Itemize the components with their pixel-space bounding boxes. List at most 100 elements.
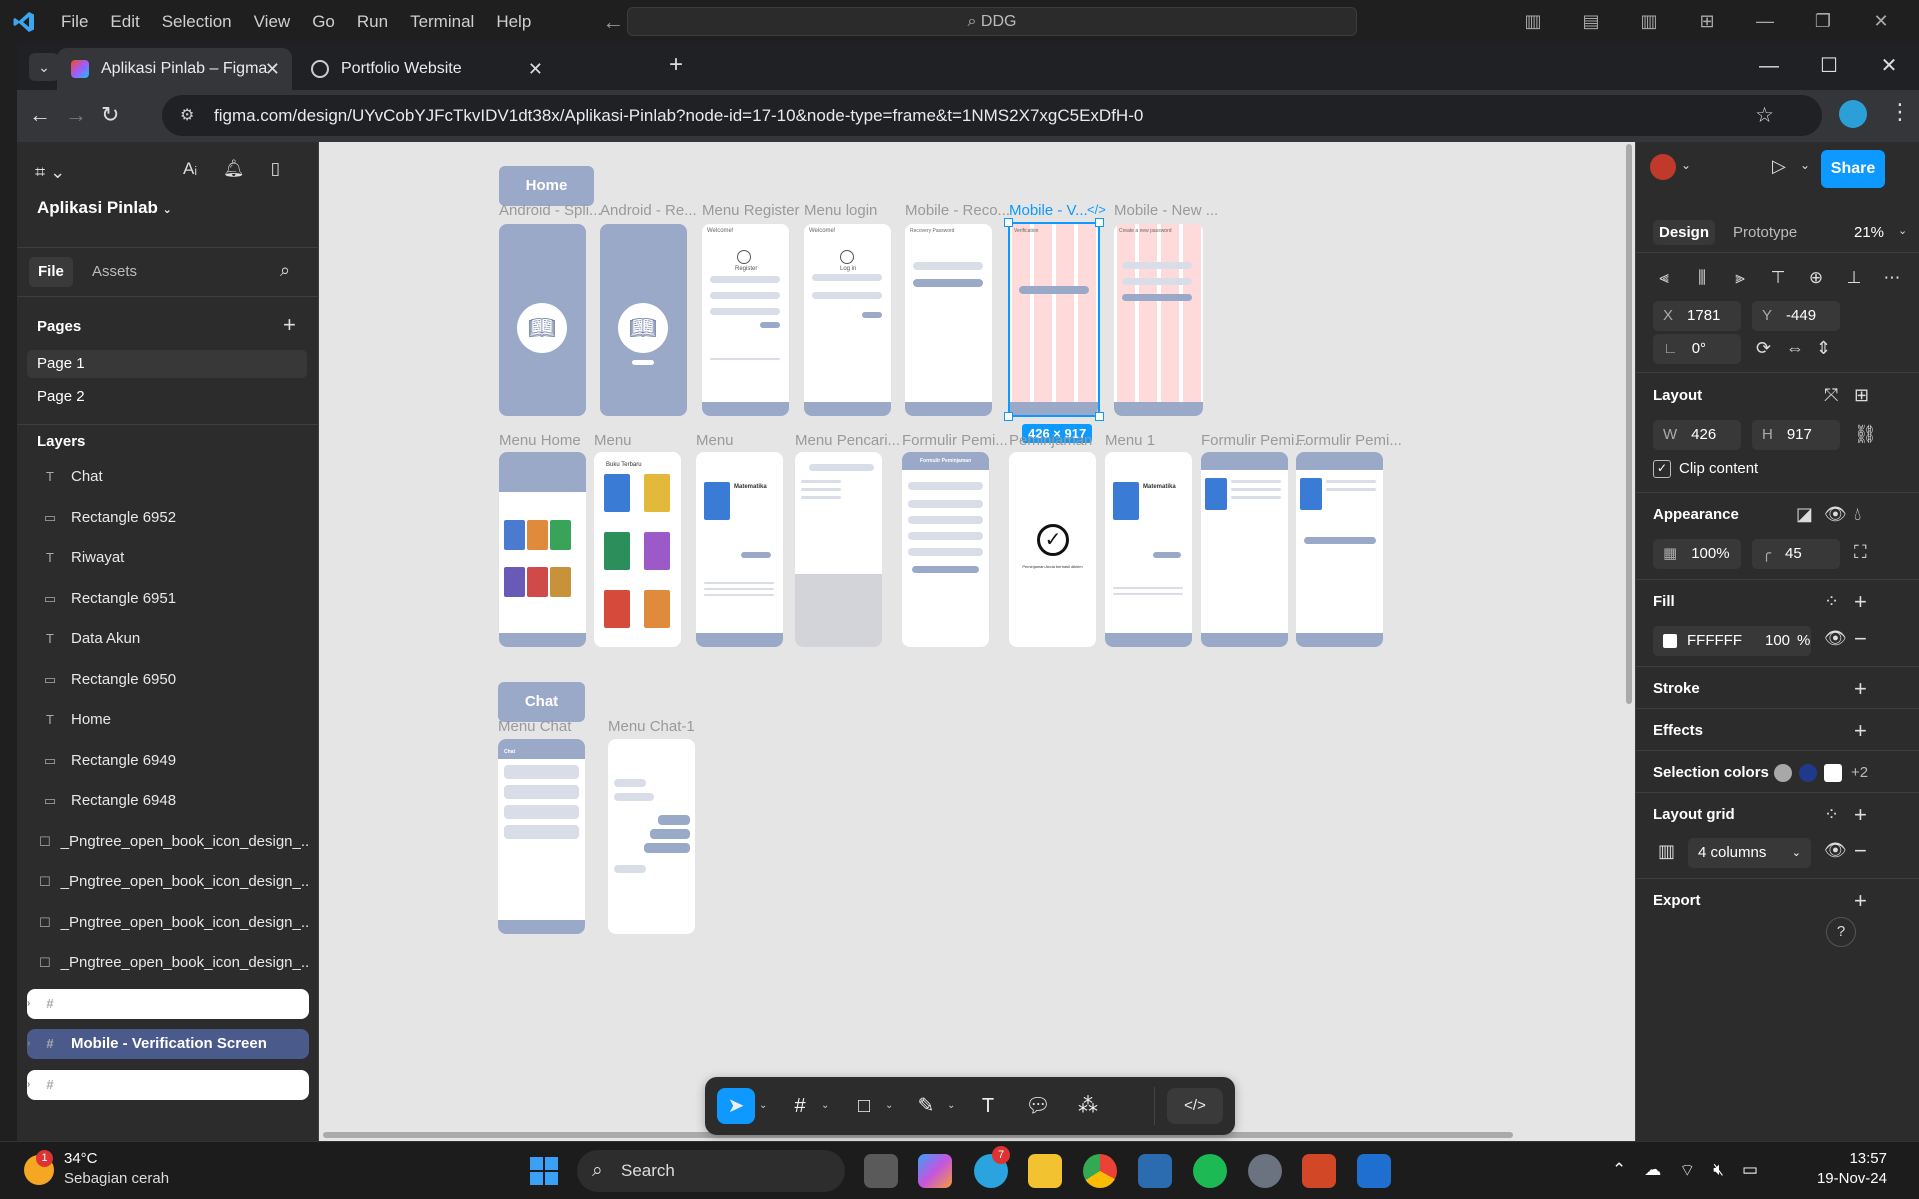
site-info-icon[interactable]: ⚙	[180, 95, 194, 136]
layer-item[interactable]: T Home	[27, 705, 309, 735]
pen-tool-icon[interactable]: ✎	[911, 1088, 941, 1124]
resize-handle[interactable]	[1004, 412, 1013, 421]
blend-mode-icon[interactable]: 💧︎	[1854, 504, 1861, 525]
frame-mobile-new-password[interactable]: Create a new password	[1114, 224, 1203, 416]
menu-go[interactable]: Go	[301, 12, 346, 32]
minimize-icon[interactable]: —	[1739, 43, 1799, 90]
layer-item[interactable]: ▭ Rectangle 6948	[27, 786, 309, 816]
opacity-field[interactable]: ▦ 100%	[1653, 539, 1741, 569]
user-avatar[interactable]	[1650, 154, 1676, 180]
add-export-icon[interactable]: +	[1854, 888, 1867, 914]
customize-layout-icon[interactable]: ⊞	[1685, 11, 1729, 32]
menu-view[interactable]: View	[243, 12, 302, 32]
figma-menu-icon[interactable]: ⌗ ⌄	[35, 162, 65, 183]
code-icon[interactable]: </>	[1087, 202, 1106, 217]
eye-icon[interactable]: 👁︎	[1824, 840, 1847, 861]
align-left-icon[interactable]: ⫷	[1650, 268, 1678, 288]
rectangle-tool-icon[interactable]: □	[849, 1088, 879, 1124]
frame-label[interactable]: Menu login	[804, 202, 877, 219]
toggle-panel-icon[interactable]: ▤	[1569, 11, 1613, 32]
chevron-right-icon[interactable]: ›	[27, 1070, 30, 1100]
layer-item[interactable]: ☐ _Pngtree_open_book_icon_design_...	[27, 908, 309, 938]
wifi-icon[interactable]: ⌔	[1679, 1160, 1695, 1181]
flip-horizontal-icon[interactable]: ⇔	[1786, 338, 1804, 359]
dev-mode-toggle-icon[interactable]: </>	[1167, 1088, 1223, 1124]
layer-item[interactable]: ▭ Rectangle 6950	[27, 665, 309, 695]
tab-design[interactable]: Design	[1653, 220, 1716, 245]
columns-grid-icon[interactable]: ▥	[1658, 841, 1675, 862]
frame-label[interactable]: Android - Re...	[600, 202, 697, 219]
position-x-field[interactable]: X 1781	[1653, 301, 1741, 331]
layer-item[interactable]: T Riwayat	[27, 543, 309, 573]
fill-field[interactable]: FFFFFF 100 %	[1653, 626, 1811, 656]
layer-item[interactable]: ▭ Rectangle 6951	[27, 584, 309, 614]
menu-edit[interactable]: Edit	[99, 12, 150, 32]
frame-menu-books[interactable]: Buku Terbaru	[594, 452, 681, 647]
eye-icon[interactable]: 👁︎	[1824, 504, 1847, 525]
volume-muted-icon[interactable]: 🔇︎	[1713, 1160, 1724, 1181]
task-view-icon[interactable]	[864, 1154, 898, 1188]
layer-item[interactable]: › # Mobile - New Password	[27, 988, 309, 1019]
frame-label[interactable]: Formulir Pemi...	[1201, 432, 1307, 449]
resize-handle[interactable]	[1095, 218, 1104, 227]
onedrive-cloud-icon[interactable]: ☁	[1644, 1160, 1661, 1181]
frame-android-splash[interactable]: 📖︎	[499, 224, 586, 416]
restore-icon[interactable]: ❐	[1801, 11, 1845, 32]
frame-formulir-3[interactable]	[1296, 452, 1383, 647]
selection-color-swatch[interactable]	[1774, 764, 1792, 782]
chevron-down-icon[interactable]: ⌄	[947, 1088, 955, 1124]
tab-assets[interactable]: Assets	[83, 257, 146, 287]
frame-peminjaman[interactable]: ✓ Peminjaman Anda berhasil dikirim	[1009, 452, 1096, 647]
resize-handle[interactable]	[1095, 412, 1104, 421]
add-grid-icon[interactable]: +	[1854, 802, 1867, 828]
chrome-icon[interactable]	[1083, 1154, 1117, 1188]
frame-android-register[interactable]: 📖︎	[600, 224, 687, 416]
align-center-icon[interactable]: ⫼	[1688, 268, 1716, 288]
chevron-down-icon[interactable]: ⌄	[885, 1088, 893, 1124]
menu-file[interactable]: File	[50, 12, 99, 32]
resize-to-fit-icon[interactable]: ⤧	[1824, 385, 1838, 406]
frame-label[interactable]: Mobile - New ...	[1114, 202, 1218, 219]
frame-label[interactable]: Menu	[594, 432, 632, 449]
style-icon[interactable]: ◪	[1796, 504, 1813, 525]
rotation-field[interactable]: ∟ 0°	[1653, 334, 1741, 364]
position-y-field[interactable]: Y -449	[1752, 301, 1840, 331]
frame-label[interactable]: Menu	[696, 432, 734, 449]
settings-gear-icon[interactable]	[1248, 1154, 1282, 1188]
zoom-level[interactable]: 21%	[1854, 224, 1884, 241]
maximize-icon[interactable]: ☐	[1799, 43, 1859, 90]
layer-item[interactable]: ☐ _Pngtree_open_book_icon_design_...	[27, 867, 309, 897]
width-field[interactable]: W 426	[1653, 420, 1741, 450]
rotate-icon[interactable]: ⟳	[1756, 338, 1771, 359]
frame-label[interactable]: Menu Chat-1	[608, 718, 695, 735]
corner-radius-field[interactable]: ╭ 45	[1752, 539, 1840, 569]
layer-item[interactable]: ▭ Rectangle 6952	[27, 503, 309, 533]
add-stroke-icon[interactable]: +	[1854, 676, 1867, 702]
actions-icon[interactable]: ⁂	[1073, 1088, 1103, 1124]
close-icon[interactable]: ✕	[1859, 43, 1919, 90]
windows-start-icon[interactable]	[530, 1157, 558, 1185]
chevron-right-icon[interactable]: ›	[27, 989, 30, 1019]
address-bar[interactable]: ⚙ figma.com/design/UYvCobYJFcTkvIDV1dt38…	[162, 95, 1822, 136]
independent-corners-icon[interactable]: ⛶	[1854, 542, 1867, 563]
styles-grid-icon[interactable]: ⁘	[1824, 591, 1839, 612]
add-fill-icon[interactable]: +	[1854, 589, 1867, 615]
page-item-1[interactable]: Page 1	[27, 350, 307, 378]
tab-portfolio[interactable]: Portfolio Website ✕	[297, 48, 555, 90]
chevron-down-icon[interactable]: ⌄	[1681, 158, 1691, 172]
frame-label[interactable]: Menu Register	[702, 202, 800, 219]
tab-search-chevron-icon[interactable]: ⌄	[29, 53, 59, 81]
height-field[interactable]: H 917	[1752, 420, 1840, 450]
page-item-2[interactable]: Page 2	[27, 383, 307, 411]
fill-swatch[interactable]	[1663, 634, 1677, 649]
remove-grid-icon[interactable]: −	[1854, 838, 1867, 864]
chevron-down-icon[interactable]: ⌄	[1898, 224, 1907, 237]
vertical-scrollbar[interactable]	[1626, 144, 1632, 704]
chevron-down-icon[interactable]: ⌄	[821, 1088, 829, 1124]
align-middle-icon[interactable]: ⊕	[1802, 268, 1830, 288]
align-bottom-icon[interactable]: ⊥	[1840, 268, 1868, 288]
chevron-down-icon[interactable]: ⌄	[1800, 158, 1810, 172]
layer-item[interactable]: T Data Akun	[27, 624, 309, 654]
menu-help[interactable]: Help	[485, 12, 542, 32]
align-top-icon[interactable]: ⊤	[1764, 268, 1792, 288]
